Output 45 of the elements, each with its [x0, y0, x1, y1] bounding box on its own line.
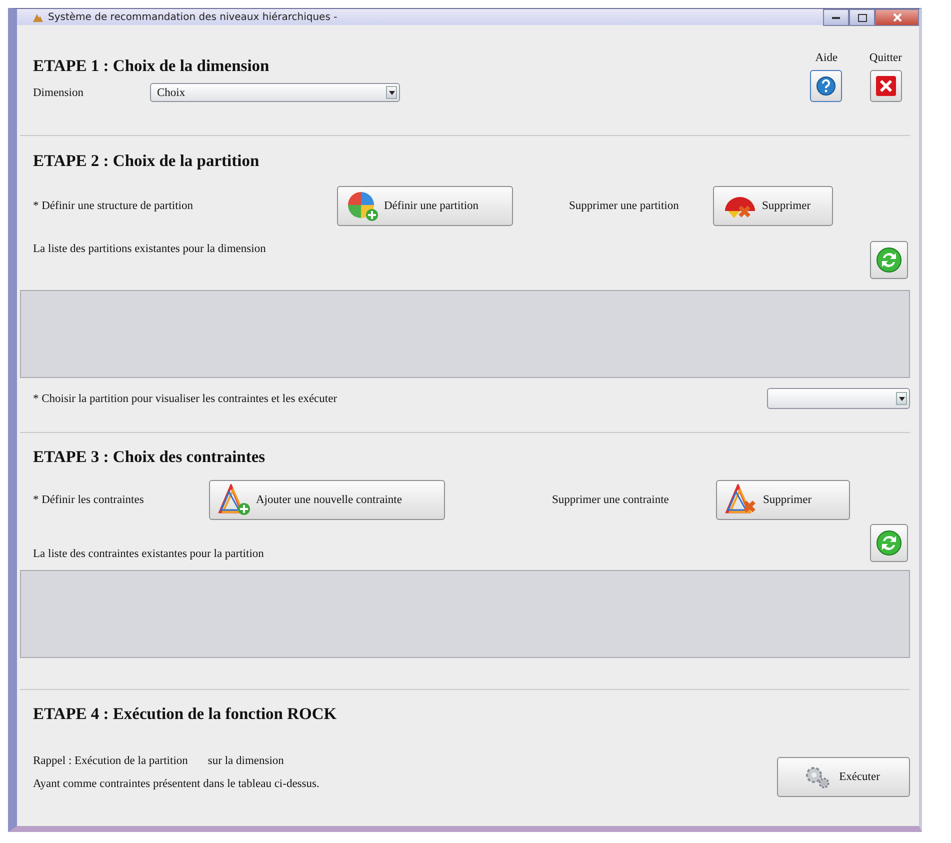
- quit-label: Quitter: [869, 52, 902, 64]
- execute-button[interactable]: Exécuter: [777, 757, 910, 797]
- help-button[interactable]: [810, 70, 842, 102]
- summary-text: Ayant comme contraintes présentent dans le tableau ci-dessus.: [33, 778, 320, 790]
- minimize-button[interactable]: [823, 9, 849, 26]
- instruction-text: Supprimer une partition: [569, 200, 680, 212]
- window-title: Système de recommandation des niveaux hiérarchiques -: [48, 12, 338, 22]
- caret-icon: [388, 90, 394, 94]
- maximize-button[interactable]: [849, 9, 875, 26]
- close-button[interactable]: [875, 9, 919, 26]
- pie-chart-add-icon: [346, 190, 380, 222]
- step-heading: ETAPE 3 : Choix des contraintes: [32, 446, 266, 468]
- delete-button[interactable]: Supprimer: [713, 186, 833, 226]
- list-caption: La liste des contraintes existantes pour la partition: [33, 548, 264, 562]
- define-partition-button[interactable]: Définir une partition: [337, 186, 513, 226]
- refresh-icon: [876, 247, 902, 273]
- delete-button[interactable]: Supprimer: [716, 480, 850, 520]
- list-caption: La liste des partitions existantes pour la dimension: [33, 242, 266, 255]
- help-icon: [816, 76, 836, 96]
- instruction-text: * Définir les contraintes: [33, 494, 145, 506]
- maximize-icon: [858, 14, 866, 22]
- step-heading: ETAPE 1 : Choix de la dimension: [32, 55, 270, 77]
- refresh-button[interactable]: [870, 524, 908, 562]
- refresh-button[interactable]: [870, 241, 908, 279]
- caret-icon: [898, 396, 904, 400]
- app-icon: [33, 12, 43, 22]
- close-icon: [874, 75, 897, 97]
- field-label: Dimension: [33, 86, 84, 98]
- quit-button[interactable]: [870, 70, 902, 102]
- summary-text: Rappel : Exécution de la partition: [33, 755, 188, 767]
- minimize-icon: [832, 16, 840, 19]
- add-constraint-button[interactable]: Ajouter une nouvelle contrainte: [209, 480, 445, 520]
- step-heading: ETAPE 2 : Choix de la partition: [32, 150, 260, 172]
- step-heading: ETAPE 4 : Exécution de la fonction ROCK: [32, 703, 337, 725]
- gears-icon: [803, 765, 832, 789]
- instruction-text: * Définir une structure de partition: [33, 200, 194, 212]
- partition-dropdown[interactable]: [767, 388, 910, 409]
- triangle-add-icon: [218, 484, 252, 516]
- instruction-text: * Choisir la partition pour visualiser les contraintes et les exécuter: [33, 392, 338, 404]
- summary-text: sur la dimension: [208, 755, 284, 767]
- dimension-dropdown[interactable]: Choix: [150, 83, 400, 102]
- close-icon: [892, 13, 902, 22]
- help-label: Aide: [815, 52, 838, 64]
- refresh-icon: [876, 530, 902, 556]
- instruction-text: Supprimer une contrainte: [552, 494, 670, 506]
